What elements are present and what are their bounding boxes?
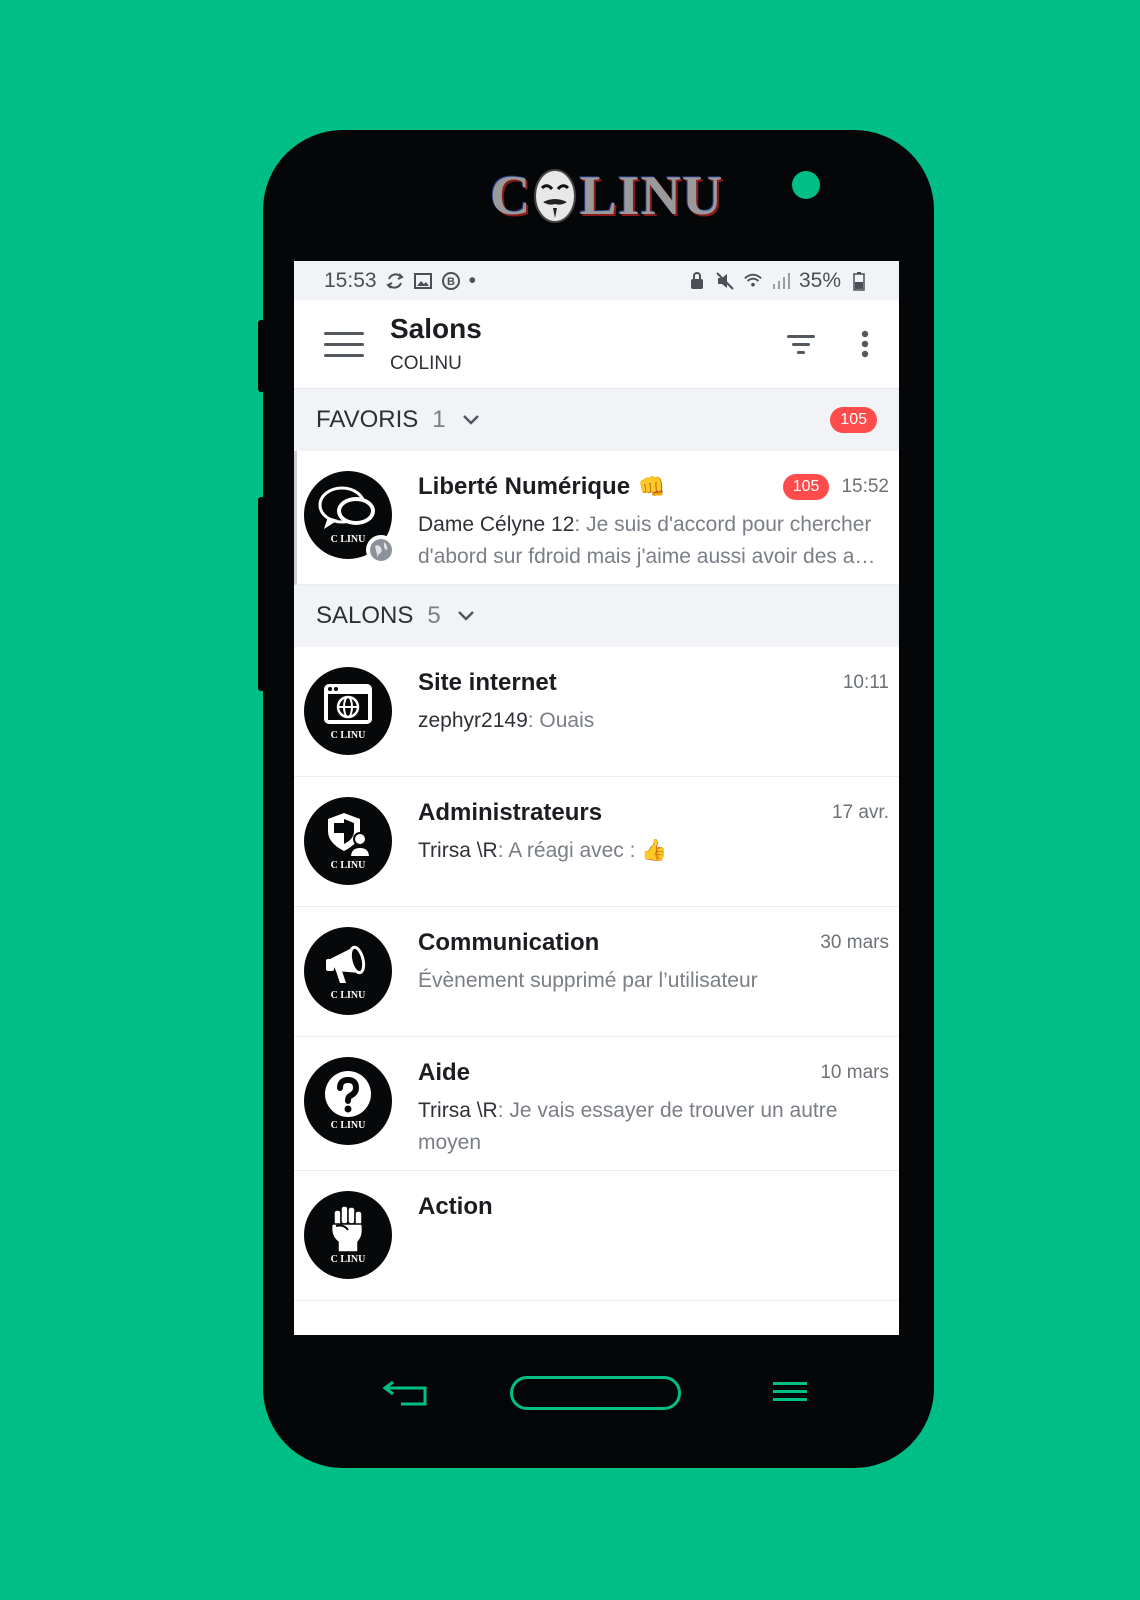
room-last-message: Dame Célyne 12: Je suis d'accord pour ch… bbox=[418, 509, 889, 573]
room-last-message: Trirsa \R: Je vais essayer de trouver un… bbox=[418, 1095, 889, 1159]
message-sender: zephyr2149 bbox=[418, 709, 528, 732]
message-sender: Trirsa \R bbox=[418, 839, 498, 862]
more-options-icon[interactable] bbox=[847, 326, 883, 362]
colinu-logo: C LINU bbox=[490, 165, 724, 227]
room-item-aide[interactable]: C LINU Aide 10 mars Trirsa \R: Je vais e… bbox=[294, 1037, 899, 1171]
room-name: Communication bbox=[418, 929, 600, 956]
b-circle-icon: B bbox=[441, 271, 461, 291]
avatar-tag: C LINU bbox=[330, 1254, 366, 1265]
logo-text-right: LINU bbox=[579, 165, 724, 227]
unread-badge: 105 bbox=[830, 407, 877, 433]
room-avatar: C LINU bbox=[304, 1057, 392, 1145]
chat-bubbles-icon bbox=[318, 486, 375, 529]
room-name: Action bbox=[418, 1193, 493, 1220]
avatar-tag: C LINU bbox=[330, 990, 366, 1001]
message-text: Évènement supprimé par l’utilisateur bbox=[418, 969, 758, 992]
signal-icon bbox=[771, 271, 791, 291]
room-item-favorite[interactable]: C LINU Liberté Numérique 👊 105 15:52 Dam… bbox=[294, 451, 899, 585]
navigation-bar bbox=[263, 1372, 934, 1432]
battery-icon bbox=[849, 271, 869, 291]
section-rooms-header[interactable]: SALONS 5 bbox=[294, 585, 899, 647]
room-avatar: C LINU bbox=[304, 667, 392, 755]
page-title: Salons bbox=[390, 313, 482, 344]
message-sender: Dame Célyne 12 bbox=[418, 513, 575, 536]
chevron-down-icon bbox=[462, 415, 479, 425]
lock-icon bbox=[687, 271, 707, 291]
room-avatar: C LINU bbox=[304, 471, 396, 565]
mute-icon bbox=[715, 271, 735, 291]
message-text: : Ouais bbox=[527, 709, 595, 732]
avatar-tag: C LINU bbox=[330, 1120, 366, 1131]
raised-fist-icon bbox=[330, 1205, 364, 1253]
image-icon bbox=[413, 271, 433, 291]
chevron-down-icon bbox=[457, 611, 474, 621]
status-dot: • bbox=[468, 268, 476, 292]
room-last-message: Évènement supprimé par l’utilisateur bbox=[418, 965, 889, 997]
message-sender: Trirsa \R bbox=[418, 1099, 498, 1122]
section-label: FAVORIS bbox=[316, 406, 419, 433]
room-item-site-internet[interactable]: C LINU Site internet 10:11 zephyr2149: O… bbox=[294, 647, 899, 777]
room-name: Administrateurs bbox=[418, 799, 603, 826]
room-item-action[interactable]: C LINU Action bbox=[294, 1171, 899, 1301]
hamburger-menu-icon[interactable] bbox=[324, 324, 364, 364]
room-time: 10 mars bbox=[820, 1062, 889, 1083]
status-time: 15:53 bbox=[324, 268, 377, 292]
section-count: 1 bbox=[432, 406, 446, 433]
wifi-icon bbox=[743, 271, 763, 291]
section-label: SALONS bbox=[316, 602, 414, 629]
globe-icon bbox=[366, 535, 396, 565]
section-favorites-header[interactable]: FAVORIS 1 105 bbox=[294, 389, 899, 451]
avatar-tag: C LINU bbox=[330, 860, 366, 871]
message-text: : A réagi avec : 👍 bbox=[497, 839, 668, 862]
room-name: Liberté Numérique bbox=[418, 473, 631, 500]
room-name: Aide bbox=[418, 1059, 471, 1086]
unread-badge: 105 bbox=[782, 474, 830, 500]
room-item-administrateurs[interactable]: C LINU Administrateurs 17 avr. Trirsa \R… bbox=[294, 777, 899, 907]
room-name: Site internet bbox=[418, 669, 557, 696]
question-mark-icon bbox=[325, 1071, 371, 1117]
room-last-message: zephyr2149: Ouais bbox=[418, 705, 889, 737]
room-avatar: C LINU bbox=[304, 797, 392, 885]
room-time: 15:52 bbox=[841, 476, 889, 497]
status-bar: 15:53 B • 35% bbox=[294, 261, 899, 300]
filter-icon[interactable] bbox=[783, 326, 819, 362]
room-avatar: C LINU bbox=[304, 927, 392, 1015]
fist-emoji: 👊 bbox=[638, 474, 666, 499]
admin-shield-icon bbox=[328, 813, 372, 857]
menu-icon[interactable] bbox=[773, 1380, 807, 1404]
battery-percent: 35% bbox=[798, 268, 841, 292]
room-time: 10:11 bbox=[842, 672, 889, 693]
home-button[interactable] bbox=[510, 1376, 681, 1410]
front-camera bbox=[792, 171, 820, 199]
back-icon[interactable] bbox=[381, 1378, 431, 1408]
room-avatar: C LINU bbox=[304, 1191, 392, 1279]
phone-screen: 15:53 B • 35% Salons COLINU FAVORIS 1 10… bbox=[294, 261, 899, 1335]
avatar-tag: C LINU bbox=[330, 730, 366, 741]
room-last-message: Trirsa \R: A réagi avec : 👍 bbox=[418, 835, 889, 867]
svg-text:B: B bbox=[447, 276, 455, 288]
room-time: 17 avr. bbox=[831, 802, 889, 823]
sync-icon bbox=[385, 271, 405, 291]
logo-text-left: C bbox=[490, 165, 532, 227]
browser-globe-icon bbox=[324, 684, 372, 724]
megaphone-icon bbox=[326, 945, 366, 983]
mask-icon bbox=[534, 169, 577, 223]
section-count: 5 bbox=[427, 602, 441, 629]
room-item-communication[interactable]: C LINU Communication 30 mars Évènement s… bbox=[294, 907, 899, 1037]
app-bar: Salons COLINU bbox=[294, 300, 899, 389]
room-time: 30 mars bbox=[820, 932, 889, 953]
workspace-name: COLINU bbox=[390, 353, 462, 374]
